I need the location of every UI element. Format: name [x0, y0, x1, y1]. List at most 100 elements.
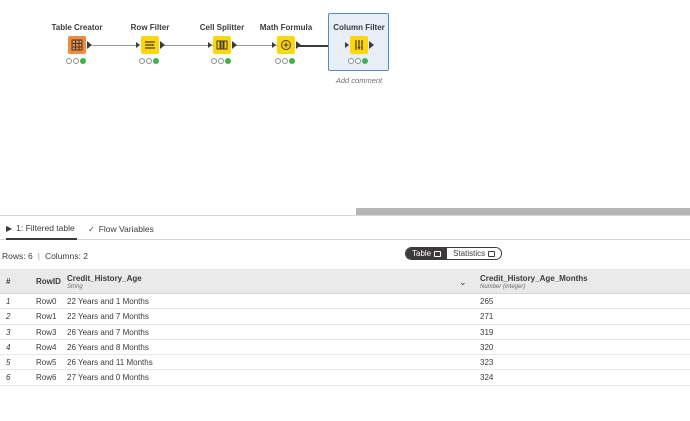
tab-label: Flow Variables — [98, 224, 154, 234]
status-light-green — [289, 58, 295, 64]
column-type: Number (integer) — [480, 284, 526, 290]
input-port-icon[interactable] — [136, 42, 140, 48]
row-id: Row1 — [36, 312, 57, 322]
row-index: 1 — [6, 297, 11, 306]
output-port-icon[interactable] — [87, 41, 92, 49]
row-index: 2 — [6, 312, 11, 322]
header-index-label: # — [6, 277, 11, 286]
input-port-icon[interactable] — [208, 42, 212, 48]
node-status — [348, 58, 368, 64]
data-table: # RowID Credit_History_Age String ⌄ Cred… — [0, 269, 690, 386]
table-icon — [434, 250, 442, 257]
status-light-yellow — [146, 58, 152, 64]
summary-separator: | — [37, 251, 40, 261]
output-port-icon[interactable] — [369, 41, 374, 49]
input-port-icon[interactable] — [345, 42, 349, 48]
input-port-icon[interactable] — [272, 42, 276, 48]
status-light-red — [139, 58, 145, 64]
panel-divider[interactable] — [0, 215, 690, 216]
node-status — [139, 58, 159, 64]
node-cell-splitter[interactable]: Cell Splitter — [191, 22, 253, 72]
node-math-formula[interactable]: Math Formula — [255, 22, 317, 72]
cell-credit-history-age: 26 Years and 7 Months — [67, 327, 149, 337]
column-count: Columns: 2 — [44, 251, 88, 261]
node-status — [211, 58, 231, 64]
node-title: Column Filter — [333, 23, 385, 32]
row-id: Row0 — [36, 297, 57, 306]
cell-credit-history-months: 319 — [480, 327, 494, 337]
output-port-icon[interactable] — [296, 41, 301, 49]
status-light-yellow — [73, 58, 79, 64]
cell-credit-history-age: 27 Years and 0 Months — [67, 373, 149, 383]
header-index: # — [6, 269, 10, 294]
add-comment-link[interactable]: Add comment — [328, 76, 390, 85]
table-row[interactable]: 3 Row3 26 Years and 7 Months 319 — [0, 325, 690, 340]
row-filter-icon[interactable] — [141, 36, 159, 54]
status-light-green — [225, 58, 231, 64]
view-toggle: Table Statistics — [405, 247, 503, 260]
tab-label: 1: Filtered table — [16, 223, 75, 233]
row-id: Row6 — [36, 373, 57, 383]
node-column-filter[interactable]: Column Filter — [328, 22, 390, 72]
row-index: 6 — [6, 373, 11, 383]
column-name: Credit_History_Age_Months — [480, 274, 588, 283]
table-row[interactable]: 4 Row4 26 Years and 8 Months 320 — [0, 340, 690, 356]
status-light-red — [66, 58, 72, 64]
row-index: 4 — [6, 342, 11, 352]
tab-flow-variables[interactable]: ✓ Flow Variables — [88, 218, 154, 240]
row-id: Row4 — [36, 342, 57, 352]
node-title: Math Formula — [259, 23, 313, 32]
header-credit-history-age[interactable]: Credit_History_Age String — [67, 269, 472, 294]
header-credit-history-age-months[interactable]: Credit_History_Age_Months Number (intege… — [480, 269, 680, 294]
output-tabs: ▶ 1: Filtered table ✓ Flow Variables — [0, 218, 690, 240]
row-id: Row5 — [36, 358, 57, 368]
cell-credit-history-months: 265 — [480, 297, 494, 306]
table-creator-icon[interactable] — [68, 36, 86, 54]
tab-filtered-table[interactable]: ▶ 1: Filtered table — [6, 218, 77, 240]
statistics-icon — [488, 250, 496, 257]
cell-splitter-icon[interactable] — [213, 36, 231, 54]
status-light-green — [153, 58, 159, 64]
horizontal-scrollbar[interactable] — [356, 208, 690, 215]
table-view-label: Table — [412, 249, 432, 258]
chevron-down-icon[interactable]: ⌄ — [459, 277, 467, 288]
status-light-green — [362, 58, 368, 64]
table-summary: Rows: 6 | Columns: 2 — [2, 251, 88, 261]
node-status — [66, 58, 86, 64]
flow-variables-icon: ✓ — [88, 224, 95, 234]
status-light-green — [80, 58, 86, 64]
workflow-canvas[interactable]: Table Creator Row Filter Cell Splitter M… — [0, 0, 690, 216]
status-light-red — [348, 58, 354, 64]
row-index: 5 — [6, 358, 11, 368]
table-header: # RowID Credit_History_Age String ⌄ Cred… — [0, 269, 690, 294]
table-row[interactable]: 6 Row6 27 Years and 0 Months 324 — [0, 370, 690, 386]
statistics-view-label: Statistics — [453, 249, 486, 258]
status-light-yellow — [282, 58, 288, 64]
math-formula-icon[interactable] — [277, 36, 295, 54]
table-row[interactable]: 5 Row5 26 Years and 11 Months 323 — [0, 355, 690, 371]
status-light-red — [211, 58, 217, 64]
table-view-button[interactable]: Table — [406, 248, 448, 259]
statistics-view-button[interactable]: Statistics — [447, 248, 502, 259]
play-icon: ▶ — [6, 223, 13, 233]
cell-credit-history-months: 323 — [480, 358, 494, 368]
cell-credit-history-age: 26 Years and 8 Months — [67, 342, 149, 352]
cell-credit-history-age: 26 Years and 11 Months — [67, 358, 153, 368]
node-row-filter[interactable]: Row Filter — [119, 22, 181, 72]
table-row[interactable]: 2 Row1 22 Years and 7 Months 271 — [0, 309, 690, 325]
node-table-creator[interactable]: Table Creator — [46, 22, 108, 72]
output-port-icon[interactable] — [160, 41, 165, 49]
header-rowid[interactable]: RowID — [36, 269, 61, 294]
column-filter-icon[interactable] — [350, 36, 368, 54]
table-row[interactable]: 1 Row0 22 Years and 1 Months 265 — [0, 294, 690, 310]
row-id: Row3 — [36, 327, 57, 337]
output-port-icon[interactable] — [232, 41, 237, 49]
column-type: String — [67, 284, 83, 290]
node-status — [275, 58, 295, 64]
node-title: Cell Splitter — [199, 23, 245, 32]
cell-credit-history-months: 320 — [480, 342, 494, 352]
header-rowid-label: RowID — [36, 277, 61, 286]
status-light-yellow — [218, 58, 224, 64]
node-title: Row Filter — [130, 23, 170, 32]
cell-credit-history-age: 22 Years and 1 Months — [67, 297, 149, 306]
